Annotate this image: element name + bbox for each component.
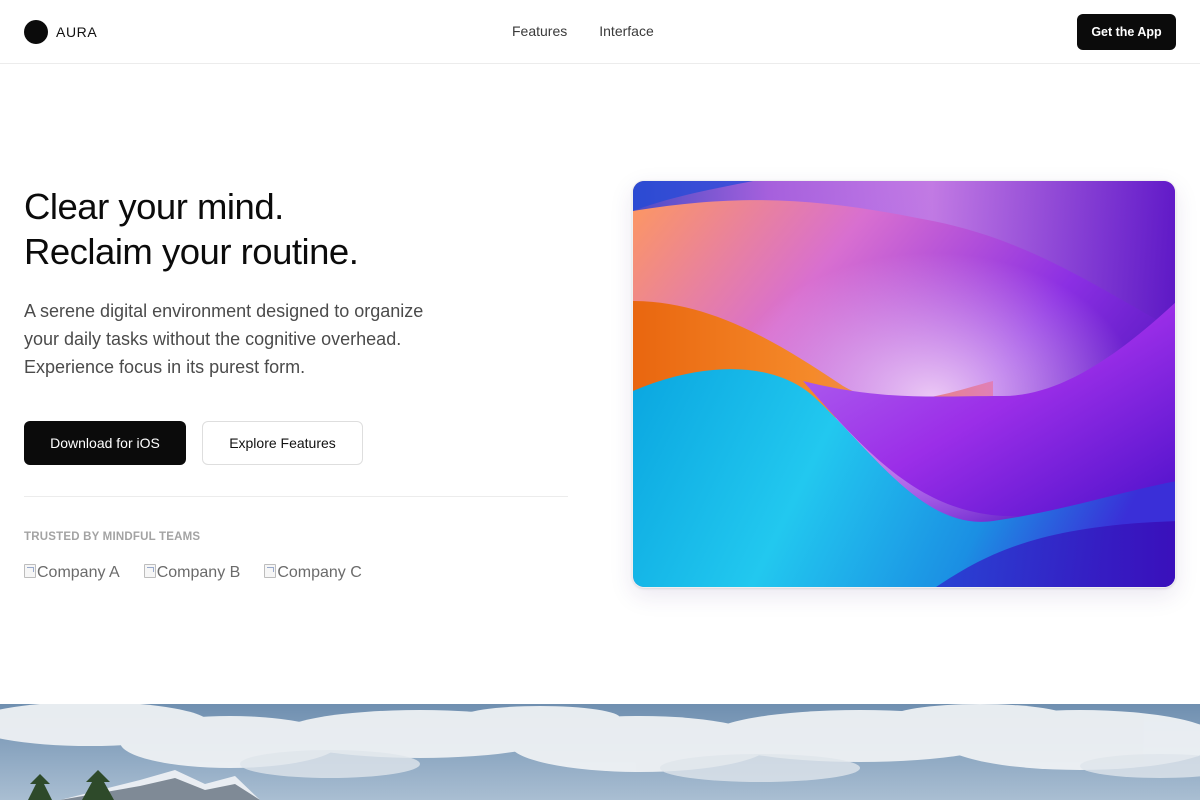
hero-title-line-1: Clear your mind. [24,186,284,227]
main-nav: Features Interface [512,23,686,39]
company-logo-a-alt: Company A [37,564,120,581]
company-logo-a: Company A [24,563,120,583]
company-logo-b: Company B [143,563,241,583]
brand-name: AURA [56,24,98,40]
company-logo-c: Company C [264,563,362,583]
explore-features-button[interactable]: Explore Features [202,421,363,465]
landscape-photo [0,704,1200,800]
hero-title-line-2: Reclaim your routine. [24,231,359,272]
brand-logo[interactable]: AURA [24,20,97,44]
mountain-landscape-illustration [0,704,1200,800]
company-logo-b-alt: Company B [156,564,241,581]
broken-image-icon [143,564,156,578]
broken-image-icon [24,564,36,578]
company-logos: Company A Company B Company C [24,563,386,583]
download-ios-button[interactable]: Download for iOS [24,421,186,465]
site-header: AURA Features Interface Get the App [0,0,1200,64]
abstract-wave-illustration [633,181,1175,587]
hero-gradient-artwork [632,180,1176,588]
hero-subtitle: A serene digital environment designed to… [24,297,464,381]
broken-image-icon [264,564,277,578]
trusted-label: TRUSTED BY MINDFUL TEAMS [24,531,201,543]
nav-link-features[interactable]: Features [512,23,567,39]
hero-subtitle-line-3: Experience focus in its purest form. [24,357,306,377]
brand-mark-icon [24,20,48,44]
company-logo-c-alt: Company C [277,564,362,581]
nav-link-interface[interactable]: Interface [599,23,653,39]
hero-title: Clear your mind. Reclaim your routine. [24,184,584,274]
get-the-app-button[interactable]: Get the App [1077,14,1176,50]
hero-subtitle-line-2: your daily tasks without the cognitive o… [24,329,402,349]
hero-subtitle-line-1: A serene digital environment designed to… [24,301,424,321]
section-divider [24,496,568,497]
